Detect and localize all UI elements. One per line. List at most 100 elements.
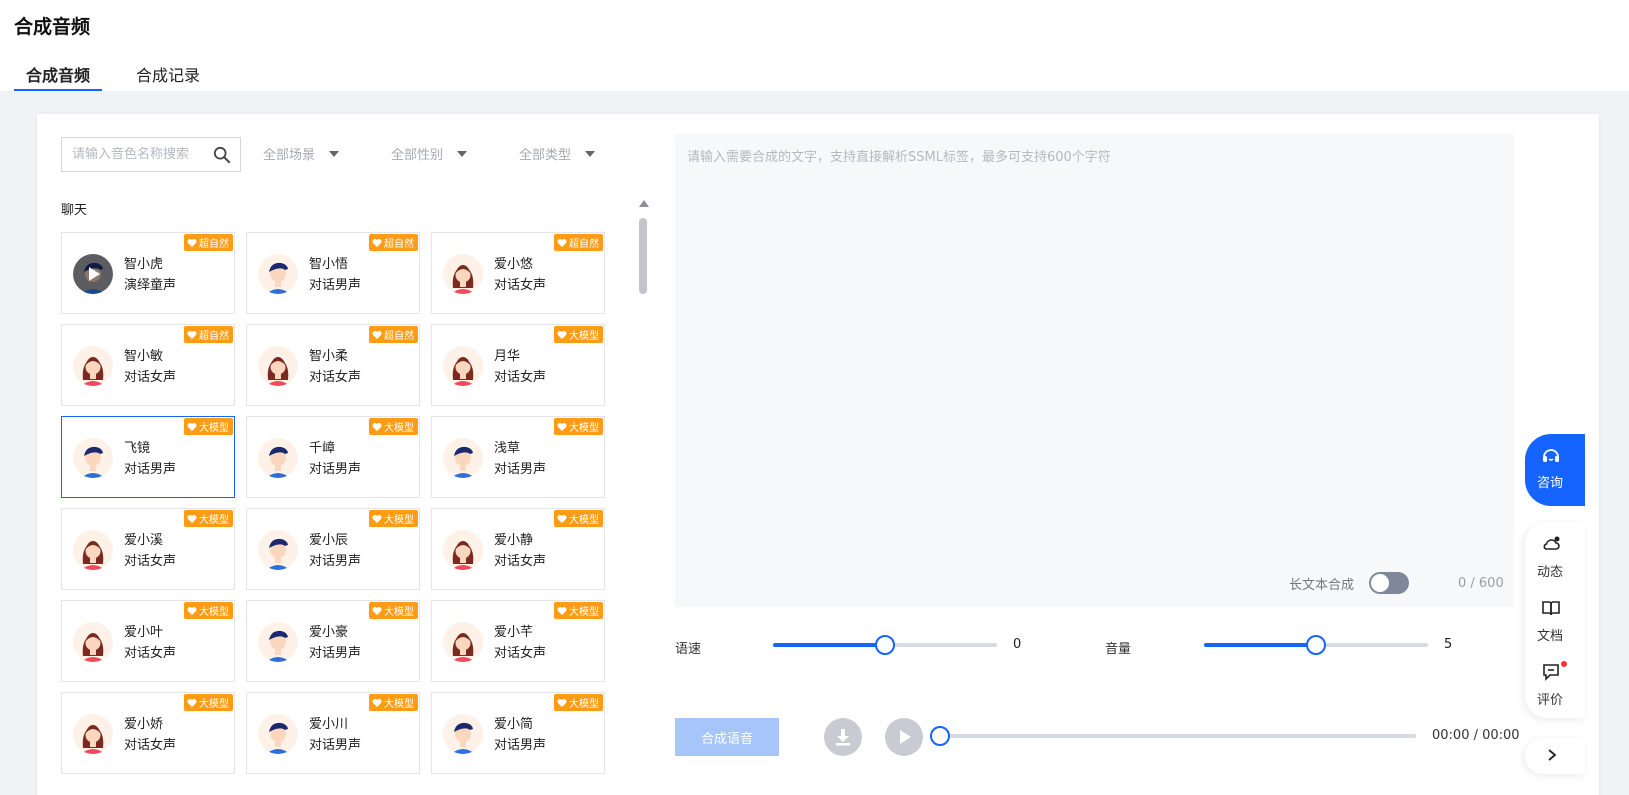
voice-badge-label: 大模型 — [569, 423, 599, 434]
volume-slider[interactable] — [1204, 635, 1428, 655]
voice-name: 爱小简 — [494, 717, 534, 732]
voice-card[interactable]: 智小敏 对话女声 超自然 — [61, 324, 235, 406]
voice-card[interactable]: 爱小娇 对话女声 大模型 — [61, 692, 235, 774]
scene-filter[interactable]: 全部场景 — [263, 144, 340, 163]
badge-heart-icon — [372, 514, 382, 523]
download-button[interactable] — [824, 718, 862, 756]
voice-description: 对话男声 — [124, 462, 177, 477]
scroll-up-icon[interactable] — [639, 200, 649, 207]
book-icon — [1542, 601, 1560, 616]
voice-card[interactable]: 爱小悠 对话女声 超自然 — [431, 232, 605, 314]
volume-slider-handle[interactable] — [1306, 635, 1326, 655]
voice-card[interactable]: 爱小溪对话女声 大模型 — [61, 508, 235, 590]
voice-name: 智小虎 — [124, 257, 164, 272]
synthesize-button[interactable]: 合成语音 — [675, 718, 779, 756]
speed-slider-handle[interactable] — [875, 635, 895, 655]
voice-description: 对话男声 — [494, 462, 547, 477]
synthesis-text-input[interactable] — [675, 134, 1514, 607]
voice-badge-label: 大模型 — [569, 607, 599, 618]
voice-card[interactable]: 爱小简对话男声 大模型 — [431, 692, 605, 774]
voice-card[interactable]: 智小柔 对话女声 超自然 — [246, 324, 420, 406]
badge-heart-icon — [557, 514, 567, 523]
voice-name: 爱小悠 — [494, 257, 534, 272]
side-tools: 动态 文档 评价 — [1525, 522, 1585, 718]
voice-avatar — [73, 622, 113, 662]
voice-badge-label: 大模型 — [569, 515, 599, 526]
voice-description: 对话男声 — [494, 738, 547, 753]
speed-slider[interactable] — [773, 635, 997, 655]
scroll-thumb[interactable] — [639, 218, 647, 294]
voice-description: 对话女声 — [124, 370, 177, 385]
voice-avatar — [258, 530, 298, 570]
voice-card[interactable]: 爱小叶 对话女声 大模型 — [61, 600, 235, 682]
voice-card[interactable]: 爱小辰 对话男声 大模型 — [246, 508, 420, 590]
docs-label: 文档 — [1537, 629, 1564, 644]
voice-card[interactable]: 千嶂 对话男声 大模型 — [246, 416, 420, 498]
voice-description: 对话女声 — [124, 554, 177, 569]
playback-progress-handle[interactable] — [930, 726, 950, 746]
voice-description: 对话男声 — [309, 738, 362, 753]
tab-synthesize[interactable]: 合成音频 — [14, 56, 103, 91]
voice-description: 对话女声 — [494, 370, 547, 385]
voice-avatar — [258, 714, 298, 754]
play-icon — [900, 730, 911, 744]
voice-card[interactable]: 智小悟 对话男声 超自然 — [246, 232, 420, 314]
toggle-knob — [1371, 574, 1389, 592]
main-card: 全部场景 全部性别 全部类型 聊天 智小虎演绎童声超自然智小悟对话男声超自然爱小… — [37, 114, 1599, 795]
voice-avatar — [258, 622, 298, 662]
voice-card[interactable]: 爱小静 对话女声 大模型 — [431, 508, 605, 590]
voice-avatar — [73, 346, 113, 386]
badge-heart-icon — [557, 698, 567, 707]
consult-button[interactable]: 咨询 — [1525, 434, 1585, 506]
voice-badge: 大模型 — [554, 510, 603, 527]
voice-badge: 大模型 — [369, 510, 418, 527]
voice-badge: 大模型 — [184, 510, 233, 527]
tab-history[interactable]: 合成记录 — [124, 56, 212, 91]
voice-card[interactable]: 爱小豪 对话男声 大模型 — [246, 600, 420, 682]
voice-avatar — [258, 254, 298, 294]
play-button[interactable] — [885, 718, 923, 756]
voice-description: 对话女声 — [124, 738, 177, 753]
voice-name: 爱小溪 — [124, 533, 164, 548]
badge-heart-icon — [557, 422, 567, 431]
voice-name: 爱小川 — [309, 717, 349, 732]
badge-heart-icon — [187, 422, 197, 431]
voice-search-input[interactable] — [72, 147, 212, 162]
voice-card[interactable]: 浅草 对话男声 大模型 — [431, 416, 605, 498]
long-text-toggle[interactable] — [1369, 572, 1409, 594]
volume-value: 5 — [1444, 637, 1453, 652]
voice-name: 智小悟 — [309, 257, 349, 272]
voice-badge: 大模型 — [369, 418, 418, 435]
updates-button[interactable]: 动态 — [1525, 526, 1585, 584]
badge-heart-icon — [372, 698, 382, 707]
gender-filter[interactable]: 全部性别 — [391, 144, 468, 163]
voice-badge: 大模型 — [184, 694, 233, 711]
search-icon[interactable] — [213, 146, 231, 164]
side-toolbar: 咨询 动态 文档 评价 — [1525, 0, 1629, 795]
voice-badge-label: 大模型 — [569, 331, 599, 342]
type-filter[interactable]: 全部类型 — [519, 144, 596, 163]
voice-card[interactable]: 飞镜 对话男声 大模型 — [61, 416, 235, 498]
voice-description: 对话男声 — [309, 554, 362, 569]
badge-heart-icon — [372, 606, 382, 615]
voice-badge: 大模型 — [184, 602, 233, 619]
female-avatar-icon — [73, 346, 113, 386]
voice-avatar — [443, 622, 483, 662]
voice-card[interactable]: 智小虎 演绎童声 超自然 — [61, 232, 235, 314]
voice-badge: 大模型 — [554, 694, 603, 711]
voice-avatar[interactable] — [73, 254, 113, 294]
voice-description: 对话男声 — [309, 646, 362, 661]
voice-list-scrollbar[interactable] — [637, 196, 649, 795]
review-button[interactable]: 评价 — [1525, 654, 1585, 712]
badge-heart-icon — [372, 238, 382, 247]
voice-badge: 超自然 — [369, 234, 418, 251]
side-collapse-button[interactable] — [1525, 738, 1585, 774]
voice-card[interactable]: 爱小川 对话男声 大模型 — [246, 692, 420, 774]
voice-avatar — [73, 714, 113, 754]
voice-card[interactable]: 月华 对话女声 大模型 — [431, 324, 605, 406]
voice-card[interactable]: 爱小芊 对话女声 大模型 — [431, 600, 605, 682]
docs-button[interactable]: 文档 — [1525, 590, 1585, 648]
female-avatar-icon — [443, 254, 483, 294]
playback-progress[interactable] — [930, 726, 1416, 746]
speed-slider-fill — [773, 643, 885, 647]
